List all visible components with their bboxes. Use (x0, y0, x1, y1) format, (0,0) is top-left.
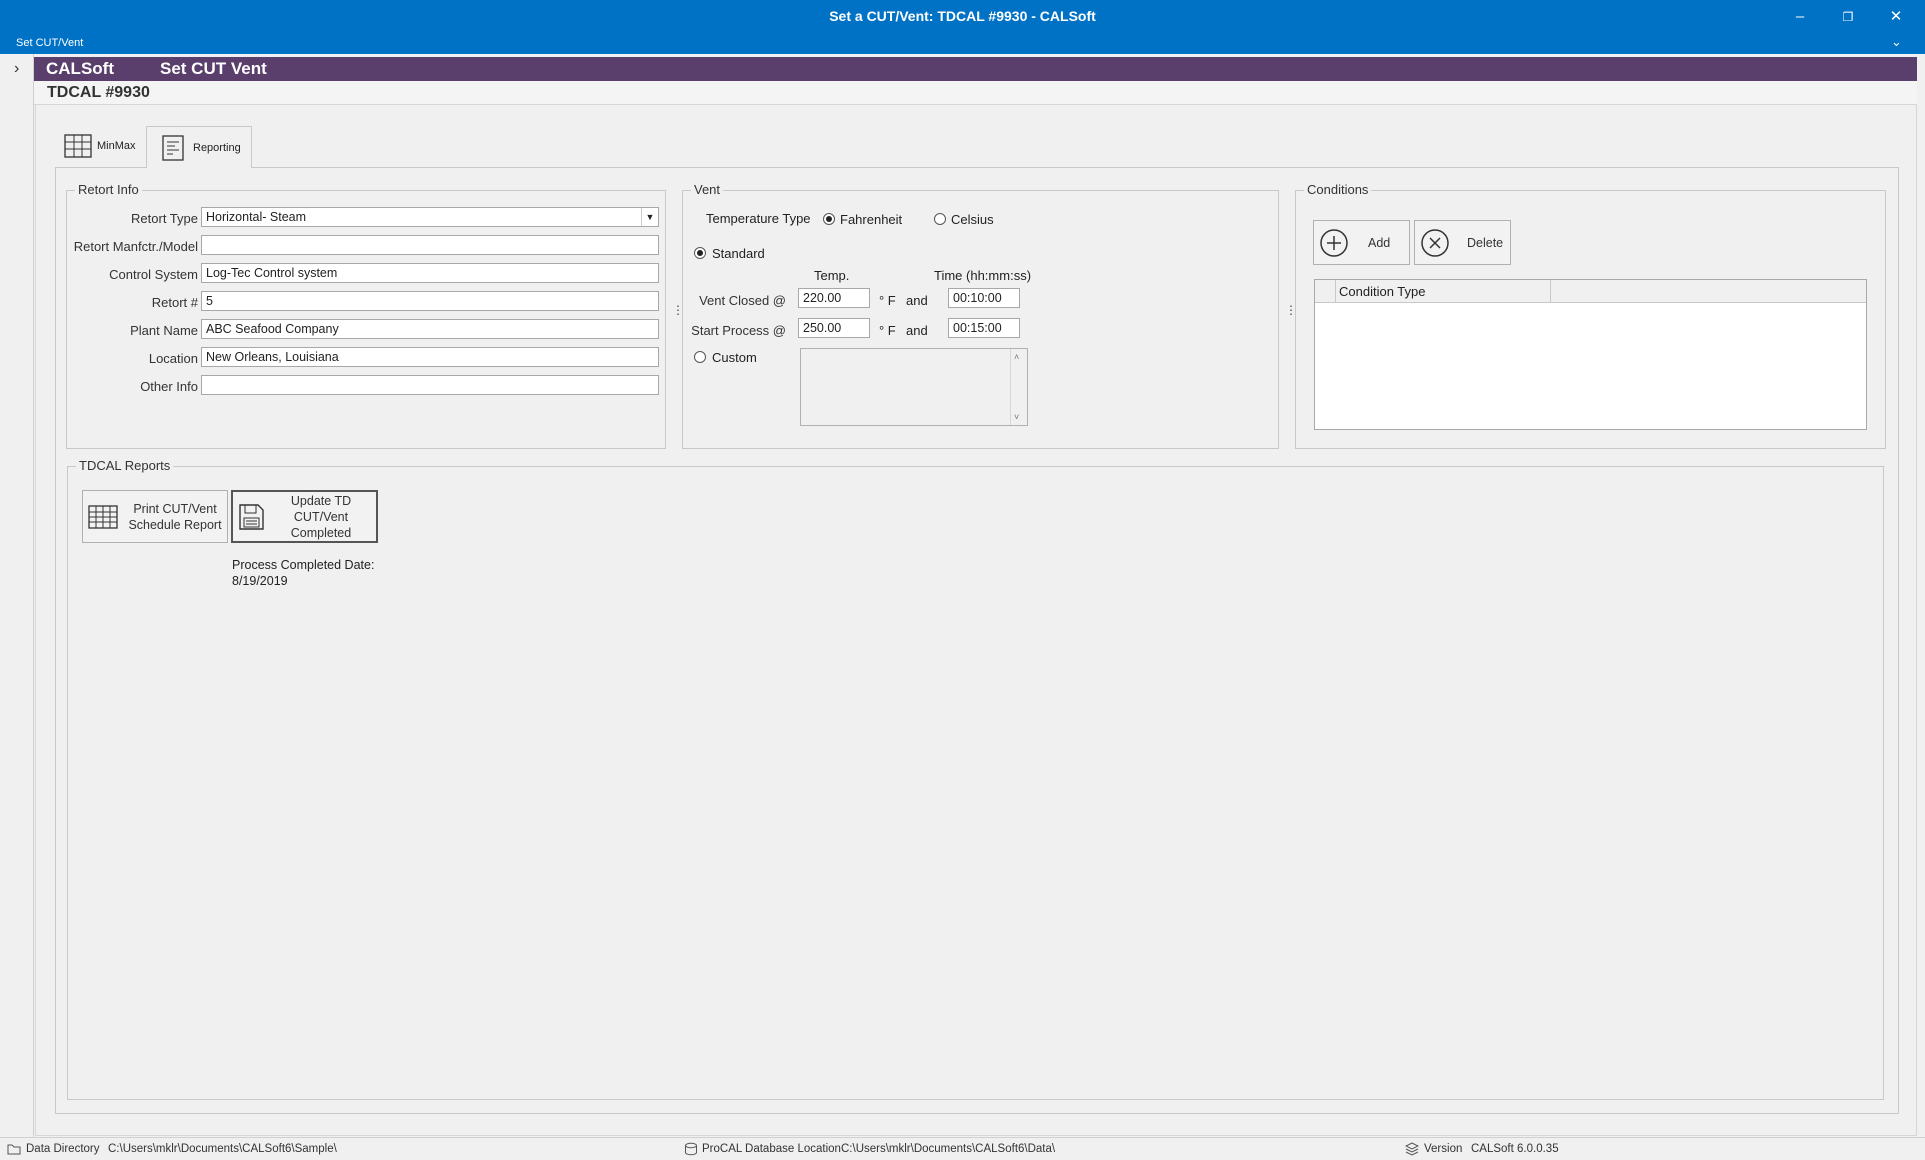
data-dir-label: Data Directory (26, 1143, 100, 1155)
start-process-temp-input[interactable]: 250.00 (798, 318, 870, 338)
custom-label: Custom (712, 350, 757, 365)
unit-label: ° F (879, 293, 896, 308)
retort-model-input[interactable] (201, 235, 659, 255)
restore-icon[interactable]: ❐ (1834, 6, 1862, 28)
delete-label: Delete (1467, 235, 1504, 250)
layers-icon (1405, 1142, 1419, 1156)
and-label: and (906, 293, 928, 308)
radio-indicator (694, 247, 706, 259)
radio-indicator (694, 351, 706, 363)
scrollbar[interactable]: ˄ ˅ (1010, 349, 1027, 425)
completed-date-value: 8/19/2019 (232, 574, 288, 588)
scroll-down-icon[interactable]: ˅ (1014, 412, 1019, 422)
status-bar: Data Directory C:\Users\mklr\Documents\C… (0, 1137, 1925, 1160)
update-completed-label: Update TD CUT/Vent Completed (290, 493, 352, 540)
custom-textarea[interactable]: ˄ ˅ (800, 348, 1028, 426)
ribbon-bar: Set CUT/Vent ⌄ (0, 34, 1925, 54)
tab-minmax[interactable]: MinMax (63, 126, 145, 166)
record-header: TDCAL #9930 (34, 81, 1917, 105)
grid-header: Condition Type (1315, 280, 1866, 303)
update-completed-button[interactable]: Update TD CUT/Vent Completed (231, 490, 378, 543)
standard-radio[interactable]: Standard (694, 246, 794, 262)
plant-name-input[interactable]: ABC Seafood Company (201, 319, 659, 339)
db-location-value: C:\Users\mklr\Documents\CALSoft6\Data\ (841, 1143, 1056, 1155)
minimize-icon[interactable]: – (1786, 6, 1814, 28)
chevron-down-icon[interactable]: ⌄ (1891, 34, 1902, 50)
location-input[interactable]: New Orleans, Louisiana (201, 347, 659, 367)
page-title: Set CUT Vent (160, 59, 267, 78)
completed-date-label: Process Completed Date: (232, 558, 375, 572)
retort-type-label: Retort Type (131, 211, 198, 226)
dropdown-arrow-icon[interactable]: ▼ (641, 208, 658, 226)
x-circle-icon (1421, 228, 1449, 257)
data-dir-value: C:\Users\mklr\Documents\CALSoft6\Sample\ (108, 1143, 337, 1155)
add-condition-button[interactable]: Add (1313, 220, 1410, 265)
radio-indicator (934, 213, 946, 225)
start-process-label: Start Process @ (691, 323, 786, 338)
vent-closed-temp-input[interactable]: 220.00 (798, 288, 870, 308)
window-title: Set a CUT/Vent: TDCAL #9930 - CALSoft (829, 8, 1096, 24)
vent-closed-label: Vent Closed @ (699, 293, 786, 308)
grid-icon (64, 134, 92, 158)
retort-number-input[interactable]: 5 (201, 291, 659, 311)
print-report-button[interactable]: Print CUT/Vent Schedule Report (82, 490, 228, 543)
start-process-time-input[interactable]: 00:15:00 (948, 318, 1020, 338)
tab-label: MinMax (97, 140, 136, 152)
control-system-label: Control System (109, 267, 198, 282)
database-icon (685, 1142, 697, 1156)
row-selector-header (1315, 280, 1336, 302)
page-header: CALSoft Set CUT Vent (34, 57, 1917, 81)
celsius-label: Celsius (951, 212, 994, 227)
retort-model-label: Retort Manfctr./Model (73, 239, 198, 254)
fahrenheit-radio[interactable]: Fahrenheit (823, 212, 923, 228)
nav-sidebar: › (0, 54, 34, 1137)
record-title: TDCAL #9930 (47, 84, 150, 101)
panel-title: Vent (691, 182, 724, 197)
tab-label: Reporting (193, 141, 241, 154)
celsius-radio[interactable]: Celsius (934, 212, 1014, 228)
unit-label: ° F (879, 323, 896, 338)
scroll-up-icon[interactable]: ˄ (1014, 352, 1019, 362)
ribbon-label: Set CUT/Vent (16, 37, 84, 49)
other-info-label: Other Info (140, 379, 198, 394)
temperature-type-label: Temperature Type (706, 211, 811, 226)
folder-icon (7, 1144, 21, 1155)
close-icon[interactable]: ✕ (1882, 6, 1910, 28)
retort-number-label: Retort # (151, 295, 198, 310)
location-label: Location (148, 351, 198, 366)
fahrenheit-label: Fahrenheit (840, 212, 903, 227)
time-header: Time (hh:mm:ss) (934, 268, 1032, 283)
other-info-input[interactable] (201, 375, 659, 395)
condition-type-column[interactable]: Condition Type (1335, 280, 1551, 302)
plus-circle-icon (1320, 228, 1348, 257)
custom-radio[interactable]: Custom (694, 350, 784, 366)
vent-closed-time-input[interactable]: 00:10:00 (948, 288, 1020, 308)
chevron-right-icon[interactable]: › (14, 60, 19, 78)
table-icon (88, 504, 118, 529)
standard-label: Standard (712, 246, 765, 261)
print-report-label: Print CUT/Vent Schedule Report (128, 501, 222, 532)
title-bar: Set a CUT/Vent: TDCAL #9930 - CALSoft – … (0, 0, 1925, 34)
report-icon (162, 134, 184, 161)
db-location-label: ProCAL Database Location (702, 1143, 841, 1155)
and-label: and (906, 323, 928, 338)
delete-condition-button[interactable]: Delete (1414, 220, 1511, 265)
panel-title: Retort Info (75, 182, 142, 197)
temp-header: Temp. (814, 268, 850, 283)
retort-type-value: Horizontal- Steam (206, 210, 307, 224)
plant-name-label: Plant Name (130, 323, 198, 338)
tab-reporting[interactable]: Reporting (146, 126, 252, 168)
version-label: Version (1424, 1143, 1463, 1155)
control-system-input[interactable]: Log-Tec Control system (201, 263, 659, 283)
version-value: CALSoft 6.0.0.35 (1471, 1143, 1559, 1155)
retort-type-select[interactable]: Horizontal- Steam ▼ (201, 207, 659, 227)
save-icon (239, 503, 264, 530)
panel-title: TDCAL Reports (76, 458, 174, 473)
radio-indicator (823, 213, 835, 225)
conditions-grid[interactable]: Condition Type (1314, 279, 1867, 430)
add-label: Add (1368, 235, 1391, 250)
panel-title: Conditions (1304, 182, 1372, 197)
app-name: CALSoft (46, 59, 114, 78)
